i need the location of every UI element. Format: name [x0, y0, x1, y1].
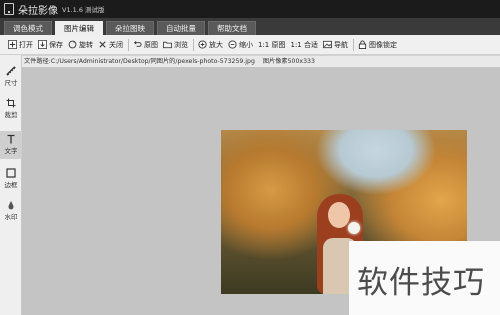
sidebar-item-border[interactable]: 边框 — [0, 165, 22, 193]
actual-size-button[interactable]: 1:1 原图 — [258, 40, 286, 50]
zoom-in-button[interactable]: 放大 — [198, 40, 223, 50]
frame-icon — [6, 168, 16, 178]
watermark-text: 软件技巧 — [357, 265, 485, 301]
toolbar-divider — [193, 38, 194, 51]
sidebar-item-text[interactable]: 文字 — [0, 131, 22, 159]
open-button[interactable]: 打开 — [8, 40, 33, 50]
close-icon — [99, 41, 106, 48]
text-icon — [7, 134, 15, 144]
navigate-button[interactable]: 导航 — [323, 40, 348, 50]
sidebar-item-crop[interactable]: 裁剪 — [0, 95, 22, 123]
plus-icon — [8, 40, 17, 49]
actual-size-label: 1:1 原图 — [258, 40, 286, 49]
download-icon — [38, 40, 47, 49]
photo-dandelion — [348, 222, 360, 234]
close-button[interactable]: 关闭 — [98, 40, 123, 50]
tab-help-docs[interactable]: 帮助文档 — [208, 21, 256, 35]
zoom-out-icon — [228, 40, 237, 49]
sidebar-item-label: 水印 — [4, 213, 18, 221]
lock-icon — [358, 40, 367, 49]
edit-tool-sidebar: 尺寸 裁剪 文字 边框 水印 — [0, 55, 22, 315]
sidebar-item-label: 边框 — [4, 181, 18, 189]
toolbar: 打开 保存 旋转 关闭 原图 浏览 放大 缩小 1:1 原图 1:1 合适 导航 — [0, 35, 500, 55]
rotate-label: 旋转 — [79, 40, 93, 49]
ruler-icon — [6, 66, 16, 76]
sidebar-item-label: 文字 — [4, 147, 18, 155]
close-label: 关闭 — [109, 40, 123, 49]
zoom-out-button[interactable]: 缩小 — [228, 40, 253, 50]
image-lock-button[interactable]: 图像锁定 — [358, 40, 397, 50]
rotate-icon — [68, 40, 77, 49]
site-watermark: 软件技巧 — [349, 241, 500, 315]
sidebar-item-label: 裁剪 — [4, 111, 18, 119]
image-lock-label: 图像锁定 — [369, 40, 397, 49]
tab-color-mode[interactable]: 调色模式 — [4, 21, 52, 35]
watermark-icon — [8, 201, 14, 210]
sidebar-item-watermark[interactable]: 水印 — [0, 197, 22, 225]
fit-label: 1:1 合适 — [290, 40, 319, 49]
tab-bar: 调色模式 图片编辑 朵拉图映 自动批量 帮助文档 — [0, 18, 500, 35]
zoom-out-label: 缩小 — [239, 40, 253, 49]
save-button[interactable]: 保存 — [38, 40, 63, 50]
title-bar: 朵拉影像 V1.1.6 测试版 — [0, 0, 500, 18]
browse-button[interactable]: 浏览 — [163, 40, 188, 50]
undo-icon — [133, 40, 142, 47]
tab-dora-mapping[interactable]: 朵拉图映 — [106, 21, 154, 35]
zoom-in-icon — [198, 40, 207, 49]
tab-auto-batch[interactable]: 自动批量 — [157, 21, 205, 35]
toolbar-divider — [128, 38, 129, 51]
sidebar-item-label: 尺寸 — [4, 79, 18, 87]
zoom-in-label: 放大 — [209, 40, 223, 49]
fit-button[interactable]: 1:1 合适 — [291, 40, 319, 50]
crop-icon — [6, 98, 16, 108]
tab-image-edit[interactable]: 图片编辑 — [55, 21, 103, 35]
image-size-label: 图片像素500x333 — [262, 58, 315, 65]
app-version: V1.1.6 测试版 — [62, 6, 105, 14]
file-path-label: 文件路径: — [24, 58, 51, 65]
app-title: 朵拉影像 — [18, 5, 58, 17]
rotate-button[interactable]: 旋转 — [68, 40, 93, 50]
photo-subject-face — [328, 202, 350, 228]
original-image-button[interactable]: 原图 — [133, 40, 158, 50]
file-path-value: C:/Users/Administrator/Desktop/同图片的/pexe… — [50, 58, 255, 65]
file-path-bar: 文件路径:C:/Users/Administrator/Desktop/同图片的… — [22, 56, 500, 67]
image-icon — [323, 40, 332, 49]
original-image-label: 原图 — [144, 40, 158, 49]
folder-icon — [163, 41, 172, 49]
phone-icon — [4, 3, 14, 15]
open-label: 打开 — [19, 40, 33, 49]
toolbar-divider — [353, 38, 354, 51]
navigate-label: 导航 — [334, 40, 348, 49]
save-label: 保存 — [49, 40, 63, 49]
browse-label: 浏览 — [174, 40, 188, 49]
sidebar-item-size[interactable]: 尺寸 — [0, 63, 22, 91]
